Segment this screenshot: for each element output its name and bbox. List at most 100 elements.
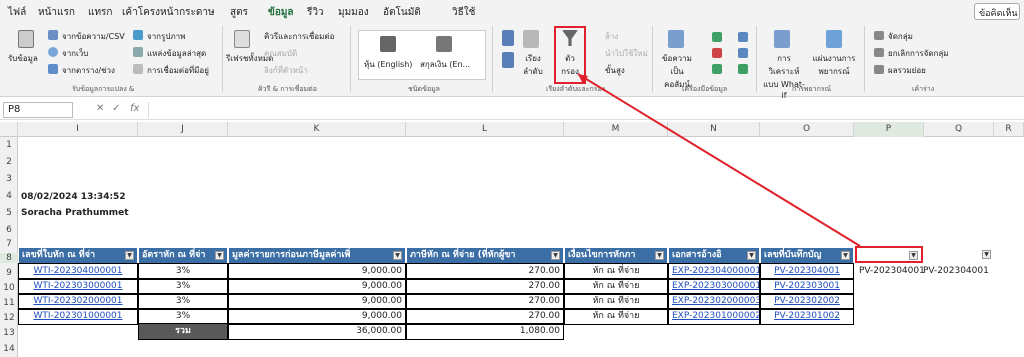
- filter-dropdown-icon[interactable]: ▼: [909, 251, 918, 260]
- row-header[interactable]: 6: [0, 225, 18, 235]
- group-queries-label: คิวรี & การเชื่อมต่อ: [258, 85, 317, 93]
- group-button[interactable]: จัดกลุ่ม: [888, 30, 913, 43]
- row-header[interactable]: 11: [0, 298, 18, 308]
- reference-cell[interactable]: EXP-202301000002: [668, 308, 760, 325]
- row-header[interactable]: 1: [0, 140, 18, 150]
- cell-q9[interactable]: PV-202304001: [920, 264, 992, 279]
- forecast-icon: [826, 30, 842, 48]
- from-picture-button[interactable]: จากรูปภาพ: [147, 30, 185, 43]
- table-cell[interactable]: หัก ณ ที่จ่าย: [564, 308, 668, 325]
- filter-dropdown-icon[interactable]: ▼: [841, 251, 850, 260]
- advanced-button[interactable]: ขั้นสูง: [605, 64, 625, 77]
- total-label[interactable]: รวม: [138, 323, 228, 340]
- row-header[interactable]: 8: [0, 253, 18, 263]
- row-header[interactable]: 3: [0, 174, 18, 184]
- comments-button[interactable]: ข้อคิดเห็น: [974, 3, 1020, 20]
- column-header[interactable]: M: [564, 122, 668, 137]
- tab-review[interactable]: รีวิว: [307, 5, 324, 20]
- row-header[interactable]: 9: [0, 268, 18, 278]
- reapply-button[interactable]: นำไปใช้ใหม่: [605, 47, 648, 60]
- get-data-button[interactable]: รับข้อมูล: [8, 52, 38, 65]
- filter-button[interactable]: ตัวกรอง: [558, 52, 582, 78]
- total-tax[interactable]: 1,080.00: [406, 323, 564, 340]
- from-web-button[interactable]: จากเว็บ: [62, 47, 88, 60]
- tab-data[interactable]: ข้อมูล: [268, 5, 294, 24]
- enter-icon[interactable]: ✓: [112, 103, 120, 114]
- report-user[interactable]: Soracha Prathummet: [18, 206, 132, 221]
- header-text: เลขที่บันทึกบัญ: [764, 250, 822, 260]
- currency-type-button[interactable]: สกุลเงิน (En...: [420, 58, 470, 71]
- header-cell[interactable]: เอกสารอ้างอิ ▼: [668, 247, 760, 264]
- connections-icon: [133, 64, 143, 74]
- filter-dropdown-icon[interactable]: ▼: [982, 250, 991, 259]
- tab-insert[interactable]: แทรก: [88, 5, 112, 20]
- row-header[interactable]: 13: [0, 328, 18, 338]
- row-header[interactable]: 14: [0, 344, 18, 354]
- doc-number-cell[interactable]: WTI-202301000001: [18, 308, 138, 325]
- cell-p9[interactable]: PV-202304001: [856, 264, 928, 279]
- sort-button[interactable]: เรียงลำดับ: [520, 52, 546, 78]
- edit-links-button[interactable]: ลิงก์ที่ตัวหน้า: [264, 64, 308, 77]
- column-header[interactable]: Q: [924, 122, 994, 137]
- row-header[interactable]: 12: [0, 313, 18, 323]
- filter-dropdown-icon[interactable]: ▼: [551, 251, 560, 260]
- filter-dropdown-icon[interactable]: ▼: [747, 251, 756, 260]
- cell-q8[interactable]: ▼: [978, 247, 994, 259]
- column-header[interactable]: N: [668, 122, 760, 137]
- from-text-button[interactable]: จากข้อความ/CSV: [62, 30, 125, 43]
- filter-dropdown-icon[interactable]: ▼: [393, 251, 402, 260]
- ungroup-button[interactable]: ยกเลิกการจัดกลุ่ม: [888, 47, 949, 60]
- tab-help[interactable]: วิธีใช้: [452, 5, 475, 20]
- column-header[interactable]: K: [228, 122, 406, 137]
- column-header[interactable]: I: [18, 122, 138, 137]
- stocks-type-button[interactable]: หุ้น (English): [364, 58, 412, 71]
- filter-dropdown-icon[interactable]: ▼: [655, 251, 664, 260]
- column-header[interactable]: R: [994, 122, 1024, 137]
- column-header[interactable]: O: [760, 122, 854, 137]
- tab-automate[interactable]: อัตโนมัติ: [383, 5, 421, 20]
- total-amount[interactable]: 36,000.00: [228, 323, 406, 340]
- properties-button[interactable]: คุณสมบัติ: [264, 47, 297, 60]
- subtotal-button[interactable]: ผลรวมย่อย: [888, 64, 926, 77]
- row-header[interactable]: 4: [0, 191, 18, 201]
- header-cell[interactable]: เงื่อนไขการหักภา ▼: [564, 247, 668, 264]
- row-header[interactable]: 2: [0, 157, 18, 167]
- tab-file[interactable]: ไฟล์: [8, 5, 26, 20]
- column-header[interactable]: J: [138, 122, 228, 137]
- ribbon-tabs: ไฟล์ หน้าแรก แทรก เค้าโครงหน้ากระดาษ สูต…: [0, 0, 1024, 24]
- group-get-data-label: รับข้อมูลการแปลง &: [72, 85, 135, 93]
- header-cell[interactable]: อัตราหัก ณ ที่จ่า ▼: [138, 247, 228, 264]
- row-header[interactable]: 10: [0, 283, 18, 293]
- header-cell[interactable]: มูลค่ารายการก่อนภาษีมูลค่าเพิ่ ▼: [228, 247, 406, 264]
- tab-home[interactable]: หน้าแรก: [38, 5, 75, 20]
- voucher-cell[interactable]: PV-202301002: [760, 308, 854, 325]
- selected-cell-p8[interactable]: ▼: [855, 246, 923, 263]
- formula-input[interactable]: [148, 102, 1018, 118]
- forecast-sheet-button[interactable]: แผ่นงานการพยากรณ์: [812, 52, 856, 78]
- sort-az-icon: [502, 30, 514, 46]
- filter-dropdown-icon[interactable]: ▼: [215, 251, 224, 260]
- from-table-button[interactable]: จากตาราง/ช่วง: [62, 64, 115, 77]
- tab-view[interactable]: มุมมอง: [338, 5, 369, 20]
- data-types-gallery[interactable]: [358, 30, 486, 80]
- header-cell[interactable]: เลขที่บันทึกบัญ ▼: [760, 247, 854, 264]
- tab-page-layout[interactable]: เค้าโครงหน้ากระดาษ: [122, 5, 215, 20]
- recent-sources-button[interactable]: แหล่งข้อมูลล่าสุด: [147, 47, 206, 60]
- clear-button[interactable]: ล้าง: [605, 30, 618, 43]
- select-all-corner[interactable]: [0, 122, 18, 137]
- name-box[interactable]: P8: [3, 102, 73, 118]
- column-headers: I J K L M N O P Q R: [0, 122, 1024, 137]
- header-cell[interactable]: ภาษีหัก ณ ที่จ่าย (ที่หักผู้ขา ▼: [406, 247, 564, 264]
- report-timestamp[interactable]: 08/02/2024 13:34:52: [18, 190, 129, 205]
- row-header[interactable]: 7: [0, 239, 18, 249]
- header-cell[interactable]: เลขที่ใบหัก ณ ที่จ่า ▼: [18, 247, 138, 264]
- tab-formulas[interactable]: สูตร: [230, 5, 248, 20]
- column-header[interactable]: L: [406, 122, 564, 137]
- filter-dropdown-icon[interactable]: ▼: [125, 251, 134, 260]
- fx-icon[interactable]: fx: [130, 103, 139, 114]
- queries-connections-button[interactable]: คิวรีและการเชื่อมต่อ: [264, 30, 334, 43]
- cancel-icon[interactable]: ✕: [96, 103, 104, 114]
- existing-connections-button[interactable]: การเชื่อมต่อที่มีอยู่: [147, 64, 209, 77]
- row-header[interactable]: 5: [0, 208, 18, 218]
- column-header[interactable]: P: [854, 122, 924, 137]
